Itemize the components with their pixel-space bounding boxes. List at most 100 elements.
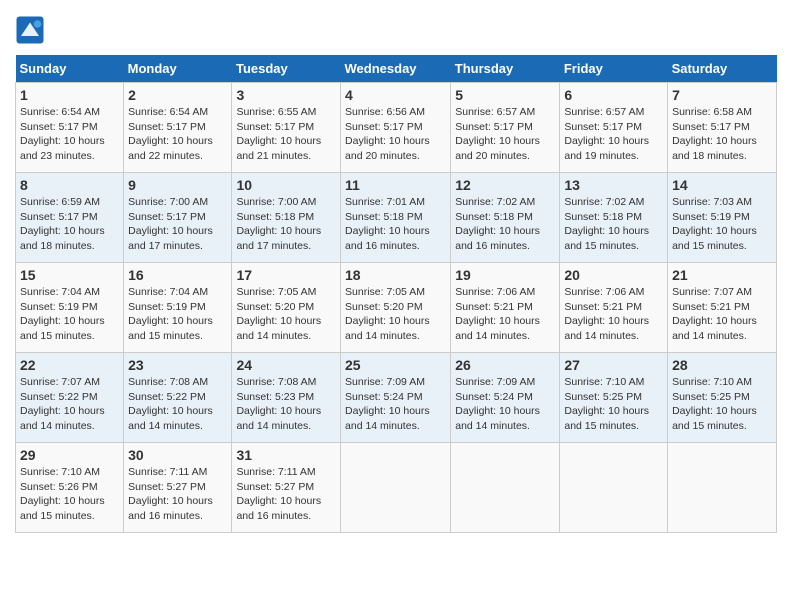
day-number: 22: [20, 357, 119, 373]
day-info: Sunrise: 6:54 AM Sunset: 5:17 PM Dayligh…: [20, 105, 119, 164]
weekday-header: Monday: [124, 55, 232, 83]
weekday-header: Sunday: [16, 55, 124, 83]
calendar-cell: 24 Sunrise: 7:08 AM Sunset: 5:23 PM Dayli…: [232, 353, 341, 443]
day-number: 23: [128, 357, 227, 373]
day-number: 30: [128, 447, 227, 463]
day-info: Sunrise: 7:10 AM Sunset: 5:26 PM Dayligh…: [20, 465, 119, 524]
day-number: 5: [455, 87, 555, 103]
calendar-cell: 19Sunrise: 7:06 AM Sunset: 5:21 PM Dayli…: [451, 263, 560, 353]
day-info: Sunrise: 6:55 AM Sunset: 5:17 PM Dayligh…: [236, 105, 336, 164]
day-number: 3: [236, 87, 336, 103]
calendar-cell: 7Sunrise: 6:58 AM Sunset: 5:17 PM Daylig…: [668, 83, 777, 173]
day-info: Sunrise: 7:04 AM Sunset: 5:19 PM Dayligh…: [20, 285, 119, 344]
day-number: 9: [128, 177, 227, 193]
day-number: 11: [345, 177, 446, 193]
day-info: Sunrise: 6:54 AM Sunset: 5:17 PM Dayligh…: [128, 105, 227, 164]
weekday-header: Saturday: [668, 55, 777, 83]
calendar-week-row: 15 Sunrise: 7:04 AM Sunset: 5:19 PM Dayli…: [16, 263, 777, 353]
calendar-cell: 28 Sunrise: 7:10 AM Sunset: 5:25 PM Dayli…: [668, 353, 777, 443]
day-info: Sunrise: 7:02 AM Sunset: 5:18 PM Dayligh…: [455, 195, 555, 254]
day-info: Sunrise: 7:10 AM Sunset: 5:25 PM Dayligh…: [672, 375, 772, 434]
day-number: 24: [236, 357, 336, 373]
calendar-week-row: 29 Sunrise: 7:10 AM Sunset: 5:26 PM Dayli…: [16, 443, 777, 533]
calendar-cell: 3 Sunrise: 6:55 AM Sunset: 5:17 PM Daylig…: [232, 83, 341, 173]
day-number: 31: [236, 447, 336, 463]
day-info: Sunrise: 7:05 AM Sunset: 5:20 PM Dayligh…: [345, 285, 446, 344]
day-number: 18: [345, 267, 446, 283]
day-info: Sunrise: 7:09 AM Sunset: 5:24 PM Dayligh…: [345, 375, 446, 434]
day-number: 29: [20, 447, 119, 463]
day-number: 25: [345, 357, 446, 373]
calendar-cell: 25 Sunrise: 7:09 AM Sunset: 5:24 PM Dayli…: [341, 353, 451, 443]
day-info: Sunrise: 7:08 AM Sunset: 5:22 PM Dayligh…: [128, 375, 227, 434]
calendar-cell: [560, 443, 668, 533]
calendar-cell: 9Sunrise: 7:00 AM Sunset: 5:17 PM Daylig…: [124, 173, 232, 263]
calendar-cell: 6 Sunrise: 6:57 AM Sunset: 5:17 PM Daylig…: [560, 83, 668, 173]
day-info: Sunrise: 7:10 AM Sunset: 5:25 PM Dayligh…: [564, 375, 663, 434]
calendar-body: 1Sunrise: 6:54 AM Sunset: 5:17 PM Daylig…: [16, 83, 777, 533]
logo-icon: [15, 15, 45, 45]
day-number: 28: [672, 357, 772, 373]
calendar-cell: 5 Sunrise: 6:57 AM Sunset: 5:17 PM Daylig…: [451, 83, 560, 173]
calendar-cell: 18 Sunrise: 7:05 AM Sunset: 5:20 PM Dayli…: [341, 263, 451, 353]
day-number: 26: [455, 357, 555, 373]
day-number: 20: [564, 267, 663, 283]
calendar-table: SundayMondayTuesdayWednesdayThursdayFrid…: [15, 55, 777, 533]
calendar-cell: 17 Sunrise: 7:05 AM Sunset: 5:20 PM Dayli…: [232, 263, 341, 353]
weekday-header: Tuesday: [232, 55, 341, 83]
calendar-cell: 30 Sunrise: 7:11 AM Sunset: 5:27 PM Dayli…: [124, 443, 232, 533]
day-number: 2: [128, 87, 227, 103]
weekday-header: Thursday: [451, 55, 560, 83]
day-info: Sunrise: 7:08 AM Sunset: 5:23 PM Dayligh…: [236, 375, 336, 434]
calendar-cell: 4Sunrise: 6:56 AM Sunset: 5:17 PM Daylig…: [341, 83, 451, 173]
day-number: 12: [455, 177, 555, 193]
day-info: Sunrise: 7:00 AM Sunset: 5:18 PM Dayligh…: [236, 195, 336, 254]
calendar-header: SundayMondayTuesdayWednesdayThursdayFrid…: [16, 55, 777, 83]
calendar-cell: 2 Sunrise: 6:54 AM Sunset: 5:17 PM Daylig…: [124, 83, 232, 173]
day-info: Sunrise: 7:01 AM Sunset: 5:18 PM Dayligh…: [345, 195, 446, 254]
calendar-cell: 20 Sunrise: 7:06 AM Sunset: 5:21 PM Dayli…: [560, 263, 668, 353]
calendar-cell: 10Sunrise: 7:00 AM Sunset: 5:18 PM Dayli…: [232, 173, 341, 263]
day-number: 16: [128, 267, 227, 283]
day-info: Sunrise: 7:04 AM Sunset: 5:19 PM Dayligh…: [128, 285, 227, 344]
weekday-header: Wednesday: [341, 55, 451, 83]
logo: [15, 15, 49, 45]
day-info: Sunrise: 7:02 AM Sunset: 5:18 PM Dayligh…: [564, 195, 663, 254]
calendar-cell: 31Sunrise: 7:11 AM Sunset: 5:27 PM Dayli…: [232, 443, 341, 533]
day-number: 17: [236, 267, 336, 283]
day-number: 27: [564, 357, 663, 373]
day-number: 6: [564, 87, 663, 103]
calendar-cell: 8 Sunrise: 6:59 AM Sunset: 5:17 PM Daylig…: [16, 173, 124, 263]
calendar-cell: [341, 443, 451, 533]
day-number: 7: [672, 87, 772, 103]
day-number: 8: [20, 177, 119, 193]
day-info: Sunrise: 6:57 AM Sunset: 5:17 PM Dayligh…: [564, 105, 663, 164]
calendar-cell: 16 Sunrise: 7:04 AM Sunset: 5:19 PM Dayli…: [124, 263, 232, 353]
calendar-week-row: 8 Sunrise: 6:59 AM Sunset: 5:17 PM Daylig…: [16, 173, 777, 263]
day-info: Sunrise: 7:09 AM Sunset: 5:24 PM Dayligh…: [455, 375, 555, 434]
calendar-cell: 1Sunrise: 6:54 AM Sunset: 5:17 PM Daylig…: [16, 83, 124, 173]
calendar-cell: 29 Sunrise: 7:10 AM Sunset: 5:26 PM Dayli…: [16, 443, 124, 533]
day-info: Sunrise: 6:59 AM Sunset: 5:17 PM Dayligh…: [20, 195, 119, 254]
day-number: 14: [672, 177, 772, 193]
day-number: 13: [564, 177, 663, 193]
day-info: Sunrise: 7:11 AM Sunset: 5:27 PM Dayligh…: [128, 465, 227, 524]
calendar-cell: [668, 443, 777, 533]
calendar-week-row: 1Sunrise: 6:54 AM Sunset: 5:17 PM Daylig…: [16, 83, 777, 173]
day-number: 21: [672, 267, 772, 283]
day-info: Sunrise: 6:56 AM Sunset: 5:17 PM Dayligh…: [345, 105, 446, 164]
calendar-cell: 14Sunrise: 7:03 AM Sunset: 5:19 PM Dayli…: [668, 173, 777, 263]
day-info: Sunrise: 7:07 AM Sunset: 5:22 PM Dayligh…: [20, 375, 119, 434]
page-header: [15, 15, 777, 45]
calendar-cell: 11 Sunrise: 7:01 AM Sunset: 5:18 PM Dayli…: [341, 173, 451, 263]
day-info: Sunrise: 7:05 AM Sunset: 5:20 PM Dayligh…: [236, 285, 336, 344]
weekday-header: Friday: [560, 55, 668, 83]
day-number: 19: [455, 267, 555, 283]
day-number: 15: [20, 267, 119, 283]
calendar-cell: 13 Sunrise: 7:02 AM Sunset: 5:18 PM Dayli…: [560, 173, 668, 263]
calendar-cell: 15 Sunrise: 7:04 AM Sunset: 5:19 PM Dayli…: [16, 263, 124, 353]
calendar-cell: [451, 443, 560, 533]
day-info: Sunrise: 7:06 AM Sunset: 5:21 PM Dayligh…: [564, 285, 663, 344]
day-info: Sunrise: 7:07 AM Sunset: 5:21 PM Dayligh…: [672, 285, 772, 344]
day-info: Sunrise: 6:57 AM Sunset: 5:17 PM Dayligh…: [455, 105, 555, 164]
